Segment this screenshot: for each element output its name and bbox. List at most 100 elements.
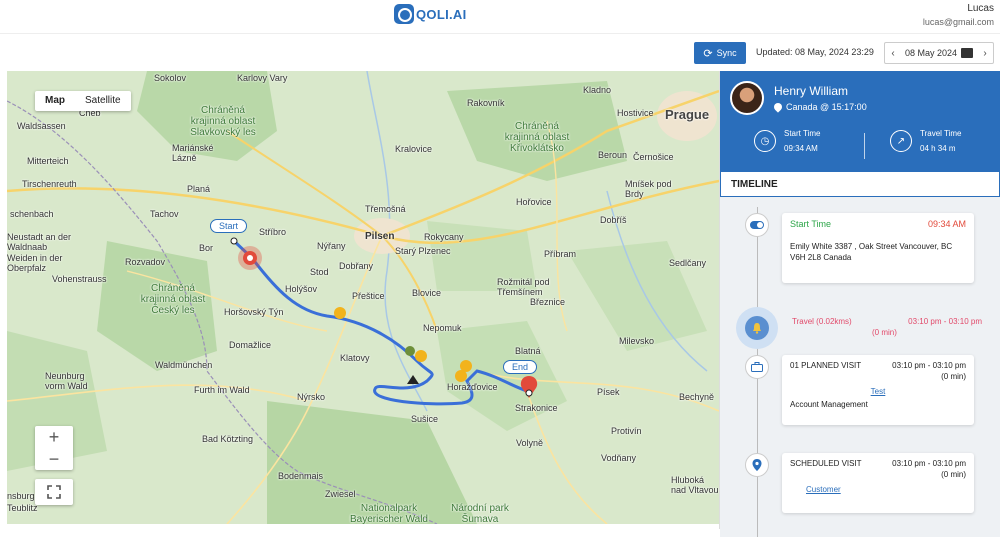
employee-panel: Henry William Canada @ 15:17:00 ◷ Start … (719, 71, 1000, 537)
travel-time-label: Travel Time (920, 129, 962, 138)
timeline-item-address: Emily White 3387 , Oak Street Vancouver,… (790, 242, 953, 262)
visit-link[interactable]: Customer (790, 485, 966, 494)
map-label: Strakonice (515, 403, 558, 413)
map-label: Nationalpark Bayerischer Wald (350, 503, 428, 524)
map-label: Blovice (412, 288, 442, 298)
map-type-map[interactable]: Map (35, 91, 75, 111)
timeline-item[interactable]: SCHEDULED VISIT 03:10 pm - 03:10 pm (0 m… (782, 453, 974, 513)
map-label: Bechyně (679, 392, 715, 402)
map-label: Sokolov (154, 73, 187, 83)
map-label: Horažďovice (447, 382, 498, 392)
map-label: Nýřany (317, 241, 346, 251)
map-label: Bad Kötzting (202, 434, 254, 444)
map-label: Sušice (411, 414, 439, 424)
map-label: schenbach (10, 209, 54, 219)
avatar[interactable] (730, 81, 764, 115)
chevron-left-icon[interactable]: ‹ (885, 48, 901, 59)
map-label: Horšovský Týn (224, 307, 284, 317)
travel-time-value: 04 h 34 m (920, 144, 956, 153)
employee-header: Henry William Canada @ 15:17:00 ◷ Start … (720, 71, 1000, 172)
map-label: Planá (187, 184, 211, 194)
map-label: Prague (665, 107, 710, 122)
map-label: Kladno (583, 85, 612, 95)
timeline-item[interactable]: Start Time 09:34 AM Emily White 3387 , O… (782, 213, 974, 283)
date-picker[interactable]: ‹ 08 May 2024 › (884, 42, 994, 64)
trend-icon: ↗ (890, 130, 912, 152)
location-pin-icon (745, 453, 769, 477)
map-label: Chráněná krajinná oblast Slavkovský les (190, 105, 256, 138)
timeline-item[interactable]: 01 PLANNED VISIT 03:10 pm - 03:10 pm (0 … (782, 355, 974, 425)
visit-link[interactable]: Test (790, 387, 966, 396)
zoom-in-button[interactable]: + (35, 426, 73, 448)
timeline-item-title: SCHEDULED VISIT (790, 459, 862, 468)
map-label: Zwiesel (325, 489, 356, 499)
map-label: Vohenstrauss (52, 274, 107, 284)
calendar-icon[interactable] (961, 48, 973, 58)
sync-button[interactable]: ⟳ Sync (694, 42, 746, 64)
map-label: Pilsen (365, 231, 395, 242)
fullscreen-button[interactable] (35, 479, 73, 505)
user-name: Lucas (967, 3, 994, 14)
bell-icon (745, 316, 769, 340)
map-label: Beroun (598, 150, 628, 160)
chevron-right-icon[interactable]: › (977, 48, 993, 59)
timeline-item-title: Travel (0.02kms) (792, 317, 852, 326)
map-label: Rakovník (467, 98, 505, 108)
map-label: Kralovice (395, 144, 433, 154)
route-map[interactable]: Sokolov Karlovy Vary Cheb Waldsassen Chr… (7, 71, 719, 524)
zoom-out-button[interactable]: − (35, 448, 73, 470)
timeline-item-time: 09:34 AM (927, 219, 966, 229)
timeline-item-time: 03:10 pm - 03:10 pm (908, 317, 982, 326)
zoom-control: + − (35, 426, 73, 470)
map-label: Tachov (150, 209, 179, 219)
start-time-stat: ◷ Start Time 09:34 AM (754, 129, 820, 153)
map-type-satellite[interactable]: Satellite (75, 91, 131, 111)
map-label: Dobřany (339, 261, 374, 271)
map-label: Holýšov (285, 284, 318, 294)
map-label: Hluboká nad Vltavou (671, 475, 719, 495)
user-info[interactable]: Lucas lucas@gmail.com (923, 3, 994, 27)
timeline-item-title: 01 PLANNED VISIT (790, 361, 862, 370)
employee-name: Henry William (774, 84, 849, 98)
map-label: Hořovice (516, 197, 552, 207)
date-value[interactable]: 08 May 2024 (901, 48, 961, 58)
location-pin-icon (772, 101, 784, 113)
map-label: nsburg (7, 491, 35, 501)
map-label: Chráněná krajinná oblast Český les (140, 283, 206, 316)
map-label: Bor (199, 243, 214, 253)
user-email: lucas@gmail.com (922, 17, 994, 27)
app-logo[interactable]: QOLI.AI (394, 4, 467, 24)
start-time-value: 09:34 AM (784, 144, 818, 153)
map-label: Klatovy (340, 353, 370, 363)
map-label: Teublitz (7, 503, 38, 513)
map-label: Domažlice (229, 340, 272, 350)
sync-label: Sync (716, 48, 737, 58)
map-label: Rožmitál pod Třemšínem (497, 277, 550, 297)
timeline-item-time: 03:10 pm - 03:10 pm (892, 361, 966, 370)
map-label: Národní park Šumava (451, 503, 509, 524)
timeline-item[interactable]: Travel (0.02kms) 03:10 pm - 03:10 pm (0 … (792, 317, 982, 337)
map-label: Nýrsko (297, 392, 326, 402)
map-type-switcher: Map Satellite (35, 91, 131, 111)
map-label: Černošice (633, 152, 674, 162)
logo-text: QOLI.AI (416, 6, 467, 22)
timeline-item-duration: (0 min) (872, 328, 897, 337)
map-label: Weiden in der Oberpfalz (7, 253, 63, 273)
map-label: Třemošná (365, 204, 406, 214)
travel-marker (736, 307, 778, 349)
timeline-item-detail: Account Management (790, 400, 868, 409)
top-bar: QOLI.AI Lucas lucas@gmail.com (0, 0, 1000, 34)
toggle-icon (745, 213, 769, 237)
start-time-label: Start Time (784, 129, 821, 138)
map-label: Stříbro (259, 227, 287, 237)
map-label: Rozvadov (125, 257, 166, 267)
timeline-item-title: Start Time (790, 219, 832, 229)
map-label: Rokycany (424, 232, 464, 242)
map-label: Furth im Wald (194, 385, 250, 395)
map-label: Karlovy Vary (237, 73, 288, 83)
timeline-item-duration: (0 min) (941, 470, 966, 479)
map-label: Příbram (544, 249, 577, 259)
timeline-item-time: 03:10 pm - 03:10 pm (892, 459, 966, 468)
map-label: Písek (597, 387, 620, 397)
map-label: Neustadt an der Waldnaab (7, 232, 72, 252)
